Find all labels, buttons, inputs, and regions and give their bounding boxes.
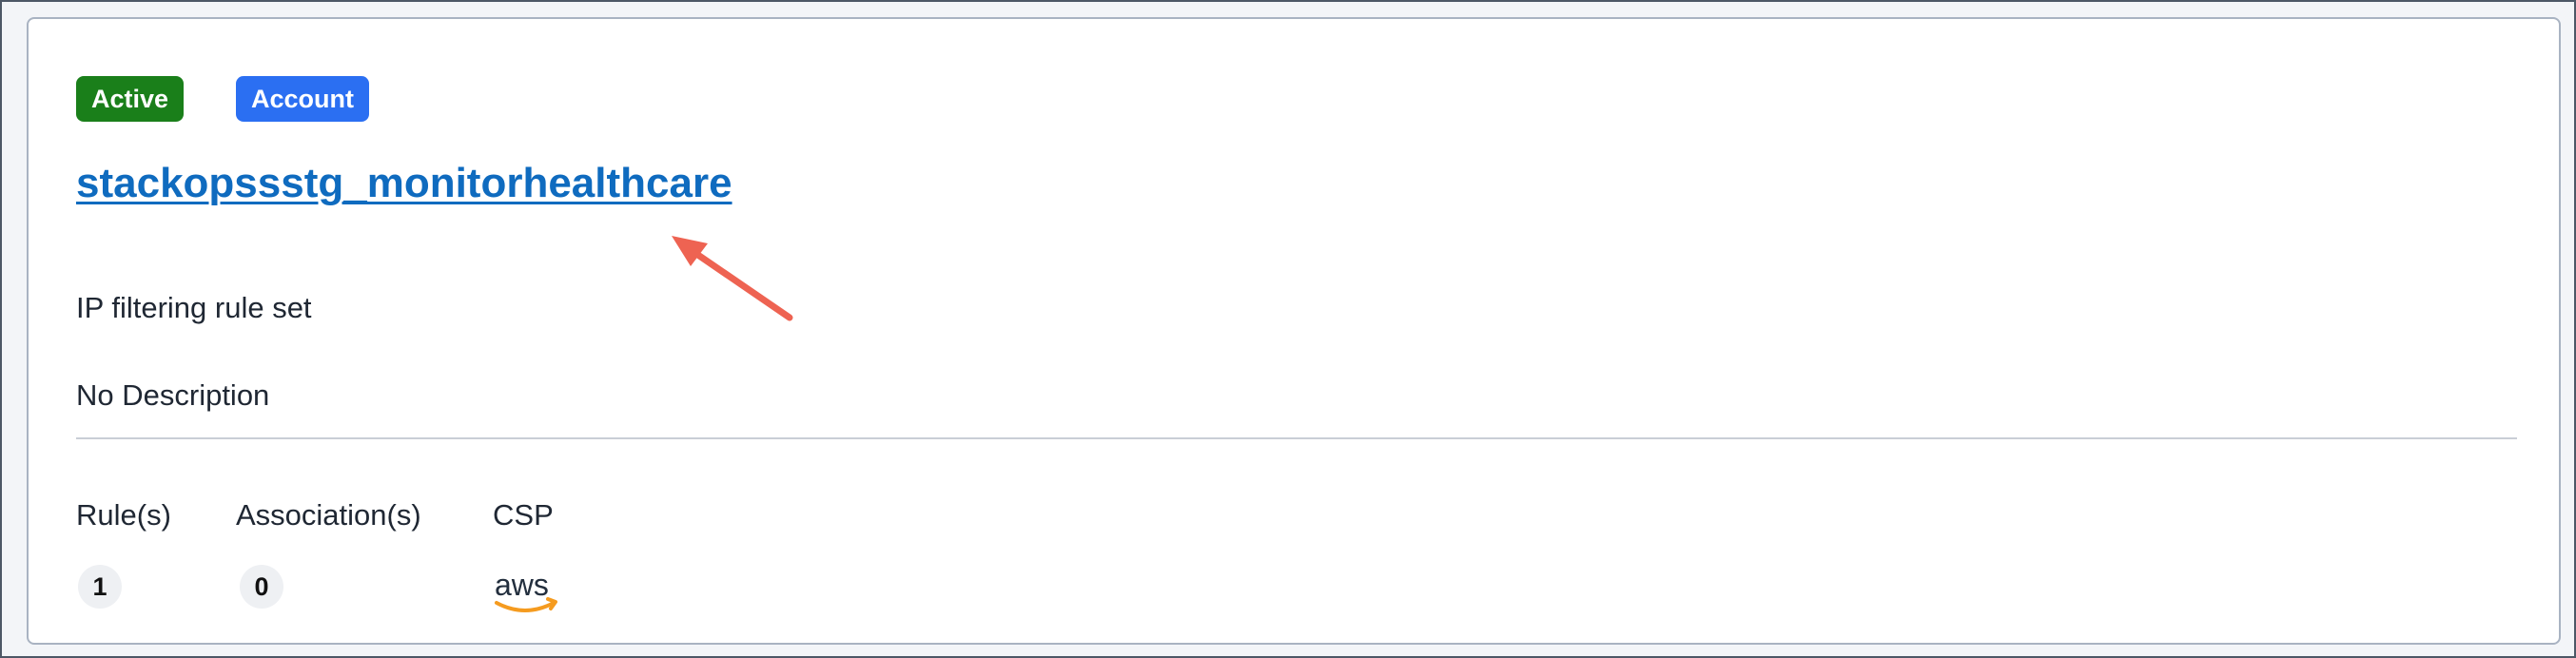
rules-count: 1 <box>78 565 122 609</box>
associations-count: 0 <box>240 565 283 609</box>
page-frame: Active Account stackopssstg_monitorhealt… <box>0 0 2576 658</box>
divider <box>76 437 2517 439</box>
status-badge: Active <box>76 76 185 122</box>
ruleset-card: Active Account stackopssstg_monitorhealt… <box>27 17 2561 645</box>
associations-label: Association(s) <box>236 498 421 532</box>
ruleset-type: IP filtering rule set <box>76 291 312 324</box>
red-arrow-icon <box>672 236 793 321</box>
csp-value: aws <box>495 568 549 602</box>
rules-label: Rule(s) <box>76 498 171 532</box>
ruleset-description: No Description <box>76 378 270 412</box>
csp-label: CSP <box>493 498 554 532</box>
aws-logo-icon: aws <box>495 568 557 612</box>
scope-badge: Account <box>236 76 369 122</box>
ruleset-name-link[interactable]: stackopssstg_monitorhealthcare <box>76 160 732 207</box>
